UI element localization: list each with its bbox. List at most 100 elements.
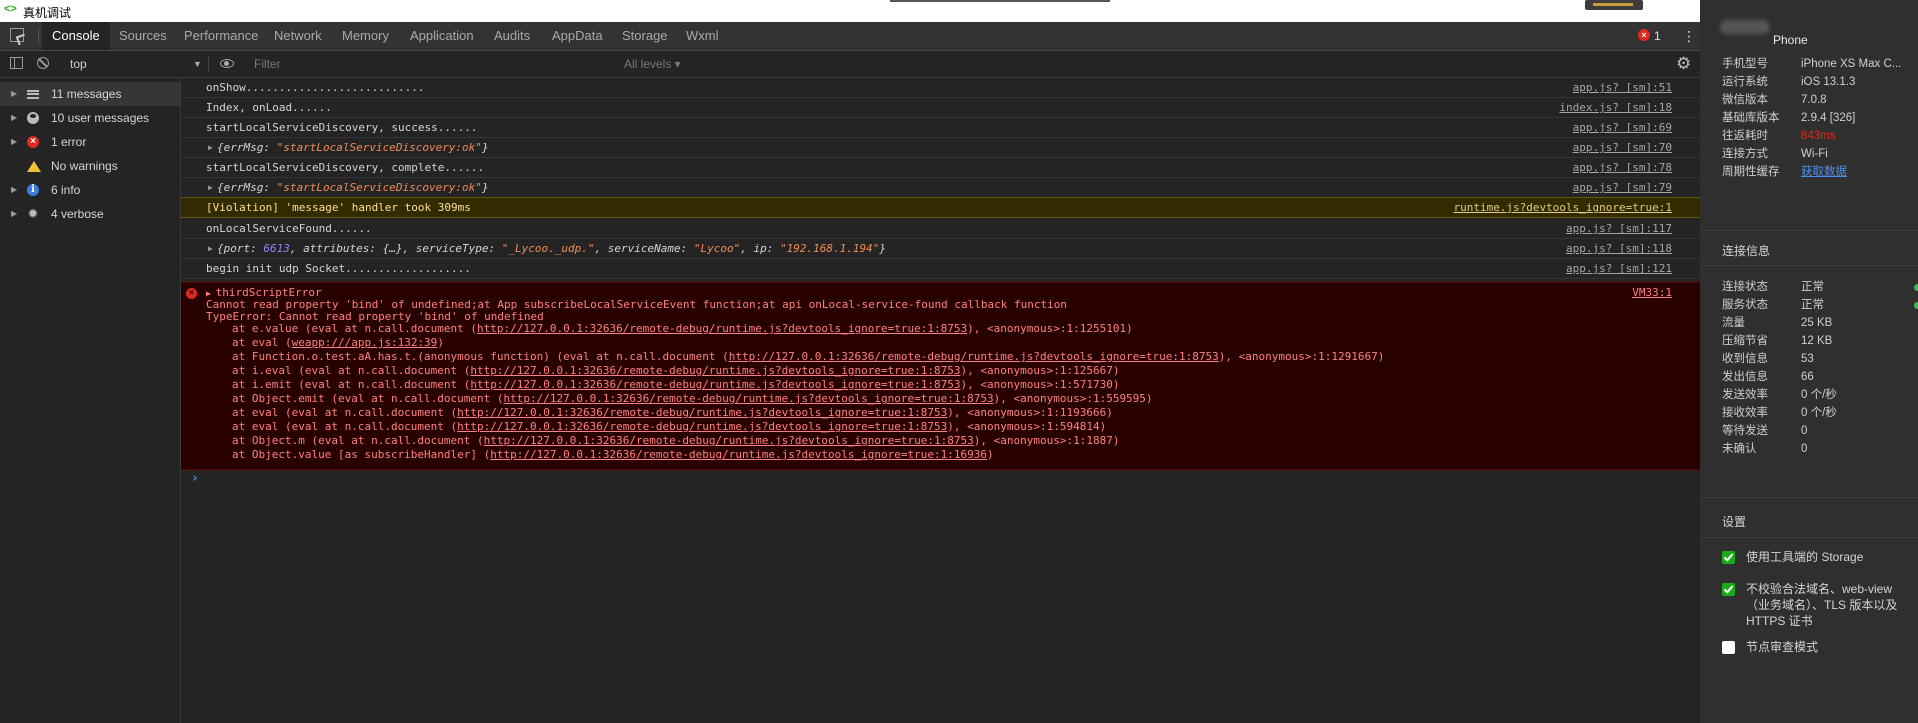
stack-frame-link[interactable]: http://127.0.0.1:32636/remote-debug/runt…: [490, 448, 987, 461]
expand-object-icon[interactable]: ▶: [208, 178, 213, 197]
info-label: 发出信息: [1722, 371, 1768, 383]
stack-frame: at Object.m (eval at n.call.document (ht…: [232, 434, 1119, 447]
object-preview[interactable]: {errMsg: "startLocalServiceDiscovery:ok"…: [217, 178, 489, 197]
tab-application[interactable]: Application: [410, 22, 474, 50]
drag-handle[interactable]: [890, 0, 1110, 2]
stack-frame-text: ), <anonymous>:1:1193666): [947, 406, 1113, 419]
stack-frame-text: at i.eval (eval at n.call.document (: [232, 364, 471, 377]
expand-object-icon[interactable]: ▶: [208, 239, 213, 258]
expand-arrow-icon[interactable]: ▶: [11, 106, 17, 130]
more-options-icon[interactable]: ⋮: [1682, 22, 1696, 50]
info-value: 66: [1801, 371, 1814, 383]
stack-frame-link[interactable]: http://127.0.0.1:32636/remote-debug/runt…: [729, 350, 1219, 363]
console-message: startLocalServiceDiscovery, complete....…: [206, 161, 485, 174]
inspect-element-icon[interactable]: [10, 28, 24, 42]
info-row: 基础库版本 2.9.4 [326]: [1722, 109, 1912, 127]
clear-console-icon[interactable]: [37, 57, 49, 69]
stack-frame-text: at Function.o.test.aA.has.t.(anonymous f…: [232, 350, 729, 363]
stack-frame-link[interactable]: http://127.0.0.1:32636/remote-debug/runt…: [504, 392, 994, 405]
object-key: errMsg: [223, 181, 264, 194]
stack-frame-link[interactable]: http://127.0.0.1:32636/remote-debug/runt…: [470, 364, 960, 377]
error-count-icon[interactable]: ×: [1638, 29, 1650, 41]
tab-memory[interactable]: Memory: [342, 22, 389, 50]
source-link[interactable]: index.js? [sm]:18: [1559, 98, 1672, 117]
stack-frame-link[interactable]: http://127.0.0.1:32636/remote-debug/runt…: [484, 434, 974, 447]
source-link[interactable]: app.js? [sm]:70: [1573, 138, 1672, 157]
toggle-sidebar-icon[interactable]: [10, 57, 23, 69]
sidebar-item-warnings[interactable]: No warnings: [0, 154, 180, 178]
expand-arrow-icon[interactable]: ▶: [11, 82, 17, 106]
expand-arrow-icon[interactable]: ▶: [11, 178, 17, 202]
sidebar-item-verbose[interactable]: ▶ ✹ 4 verbose: [0, 202, 180, 226]
stack-frame-link[interactable]: weapp:///app.js:132:39: [292, 336, 438, 349]
checkbox-unchecked-icon[interactable]: [1722, 641, 1735, 654]
tab-sources[interactable]: Sources: [119, 22, 167, 50]
info-value: 正常: [1801, 299, 1824, 311]
console-settings-gear-icon[interactable]: ⚙: [1676, 54, 1691, 74]
source-link[interactable]: app.js? [sm]:78: [1573, 158, 1672, 177]
tab-storage[interactable]: Storage: [622, 22, 668, 50]
sidebar-item-info[interactable]: ▶ i 6 info: [0, 178, 180, 202]
info-label: 基础库版本: [1722, 112, 1780, 124]
tab-performance[interactable]: Performance: [184, 22, 258, 50]
console-sidebar: ▶ 11 messages ▶ 10 user messages ▶ × 1 e…: [0, 78, 181, 723]
log-levels-dropdown[interactable]: All levels ▾: [624, 51, 681, 77]
info-row: 运行系统 iOS 13.1.3: [1722, 73, 1912, 91]
info-label: 运行系统: [1722, 76, 1768, 88]
context-selector[interactable]: top: [70, 51, 87, 77]
info-value[interactable]: 获取数据: [1801, 163, 1911, 181]
console-row[interactable]: ▶ {port: 6613, attributes: {…}, serviceT…: [181, 239, 1700, 259]
sidebar-item-errors[interactable]: ▶ × 1 error: [0, 130, 180, 154]
expand-arrow-icon[interactable]: ▶: [11, 130, 17, 154]
console-row[interactable]: ▶ {errMsg: "startLocalServiceDiscovery:o…: [181, 138, 1700, 158]
stack-frame-link[interactable]: http://127.0.0.1:32636/remote-debug/runt…: [470, 378, 960, 391]
info-value: 0: [1801, 425, 1808, 437]
object-preview[interactable]: {errMsg: "startLocalServiceDiscovery:ok"…: [217, 138, 489, 157]
source-link[interactable]: runtime.js?devtools_ignore=true:1: [1453, 198, 1672, 217]
info-label: 周期性缓存: [1722, 166, 1780, 178]
tab-wxml[interactable]: Wxml: [686, 22, 719, 50]
object-value: "_Lycoo._udp.": [501, 242, 595, 255]
source-link[interactable]: app.js? [sm]:79: [1573, 178, 1672, 197]
source-link[interactable]: app.js? [sm]:69: [1573, 118, 1672, 137]
console-message: onLocalServiceFound......: [206, 222, 372, 235]
stack-frame-link[interactable]: http://127.0.0.1:32636/remote-debug/runt…: [477, 322, 967, 335]
tab-audits[interactable]: Audits: [494, 22, 530, 50]
tab-appdata[interactable]: AppData: [552, 22, 603, 50]
app-logo-icon: <>: [4, 3, 17, 15]
source-link[interactable]: app.js? [sm]:121: [1566, 259, 1672, 278]
tab-network[interactable]: Network: [274, 22, 322, 50]
info-value: 0 个/秒: [1801, 407, 1837, 419]
title-bar: <> 真机调试 — ❐ ✕: [0, 0, 1918, 22]
object-value: "startLocalServiceDiscovery:ok": [276, 181, 482, 194]
source-link[interactable]: VM33:1: [1632, 286, 1672, 299]
stack-frame-link[interactable]: http://127.0.0.1:32636/remote-debug/runt…: [457, 420, 947, 433]
stack-frame-text: ), <anonymous>:1:571730): [960, 378, 1120, 391]
info-value: 843ms: [1801, 130, 1836, 142]
expand-arrow-icon[interactable]: ▶: [206, 289, 216, 298]
console-prompt[interactable]: ›: [191, 471, 199, 486]
stack-frame-text: ), <anonymous>:1:1255101): [967, 322, 1133, 335]
console-row[interactable]: ▶ {errMsg: "startLocalServiceDiscovery:o…: [181, 178, 1700, 198]
tab-console[interactable]: Console: [42, 22, 110, 50]
sidebar-item-user-messages[interactable]: ▶ 10 user messages: [0, 106, 180, 130]
filter-input[interactable]: [250, 55, 620, 73]
source-link[interactable]: app.js? [sm]:117: [1566, 219, 1672, 238]
object-preview[interactable]: {port: 6613, attributes: {…}, serviceTyp…: [217, 239, 886, 258]
checkbox-checked-icon[interactable]: [1722, 583, 1735, 596]
expand-arrow-icon[interactable]: ▶: [11, 202, 17, 226]
console-message: begin init udp Socket...................: [206, 262, 471, 275]
live-expression-eye-icon[interactable]: [220, 59, 234, 68]
stack-frame-link[interactable]: http://127.0.0.1:32636/remote-debug/runt…: [457, 406, 947, 419]
stack-frame: at Object.emit (eval at n.call.document …: [232, 392, 1153, 405]
stack-frame-text: ), <anonymous>:1:594814): [947, 420, 1107, 433]
source-link[interactable]: app.js? [sm]:51: [1573, 78, 1672, 97]
context-dropdown-icon[interactable]: ▼: [193, 51, 202, 77]
error-count[interactable]: 1: [1654, 22, 1661, 50]
stack-frame-text: at eval (eval at n.call.document (: [232, 406, 458, 419]
checkbox-checked-icon[interactable]: [1722, 551, 1735, 564]
sidebar-item-messages[interactable]: ▶ 11 messages: [0, 82, 180, 106]
stack-frame: at i.emit (eval at n.call.document (http…: [232, 378, 1119, 391]
source-link[interactable]: app.js? [sm]:118: [1566, 239, 1672, 258]
expand-object-icon[interactable]: ▶: [208, 138, 213, 157]
